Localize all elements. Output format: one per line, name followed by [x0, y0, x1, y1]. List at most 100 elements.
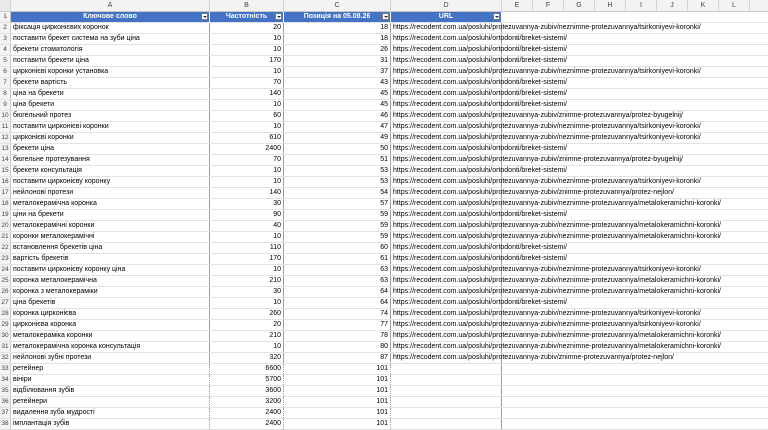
cell-position[interactable]: 18	[284, 34, 391, 44]
row-number[interactable]: 32	[0, 353, 11, 363]
cell-position[interactable]: 87	[284, 353, 391, 363]
cell-frequency[interactable]: 10	[210, 67, 284, 77]
cell-frequency[interactable]: 10	[210, 342, 284, 352]
row-number[interactable]: 29	[0, 320, 11, 330]
cell-keyword[interactable]: цирконієві коронки установка	[11, 67, 210, 77]
cell-keyword[interactable]: коронка з металокераміки	[11, 287, 210, 297]
cell-url[interactable]: https://recodent.com.ua/posluhi/protezuv…	[391, 342, 721, 352]
col-header-d[interactable]: D	[391, 0, 502, 11]
cell-keyword[interactable]: брекети стоматологія	[11, 45, 210, 55]
cell-url[interactable]: https://recodent.com.ua/posluhi/ortodont…	[391, 298, 567, 308]
cell-url[interactable]: https://recodent.com.ua/posluhi/protezuv…	[391, 155, 683, 165]
cell-frequency[interactable]: 5700	[210, 375, 284, 385]
cell-frequency[interactable]: 210	[210, 331, 284, 341]
cell-url[interactable]: https://recodent.com.ua/posluhi/protezuv…	[391, 188, 674, 198]
cell-frequency[interactable]: 610	[210, 133, 284, 143]
cell-url[interactable]: https://recodent.com.ua/posluhi/protezuv…	[391, 133, 701, 143]
cell-position[interactable]: 63	[284, 265, 391, 275]
cell-position[interactable]: 53	[284, 177, 391, 187]
cell-position[interactable]: 54	[284, 188, 391, 198]
row-number[interactable]: 1	[0, 12, 11, 22]
header-url[interactable]: URL	[391, 12, 502, 22]
cell-position[interactable]: 37	[284, 67, 391, 77]
cell-position[interactable]: 61	[284, 254, 391, 264]
cell-url[interactable]: https://recodent.com.ua/posluhi/ortodont…	[391, 166, 567, 176]
cell-frequency[interactable]: 30	[210, 287, 284, 297]
row-number[interactable]: 22	[0, 243, 11, 253]
cell-url[interactable]	[391, 364, 502, 374]
col-header-c[interactable]: C	[284, 0, 391, 11]
cell-position[interactable]: 46	[284, 111, 391, 121]
cell-position[interactable]: 26	[284, 45, 391, 55]
cell-keyword[interactable]: нейлонові зубні протези	[11, 353, 210, 363]
header-keyword[interactable]: Ключове слово	[11, 12, 210, 22]
row-number[interactable]: 11	[0, 122, 11, 132]
cell-frequency[interactable]: 10	[210, 122, 284, 132]
cell-frequency[interactable]: 3600	[210, 386, 284, 396]
cell-keyword[interactable]: металокерамічні коронки	[11, 221, 210, 231]
cell-frequency[interactable]: 140	[210, 89, 284, 99]
cell-position[interactable]: 45	[284, 100, 391, 110]
cell-url[interactable]: https://recodent.com.ua/posluhi/protezuv…	[391, 331, 721, 341]
row-number[interactable]: 23	[0, 254, 11, 264]
row-number[interactable]: 14	[0, 155, 11, 165]
cell-keyword[interactable]: брекети ціна	[11, 144, 210, 154]
cell-keyword[interactable]: відбілювання зубів	[11, 386, 210, 396]
row-number[interactable]: 4	[0, 45, 11, 55]
row-number[interactable]: 26	[0, 287, 11, 297]
cell-frequency[interactable]: 10	[210, 34, 284, 44]
cell-position[interactable]: 101	[284, 386, 391, 396]
row-number[interactable]: 27	[0, 298, 11, 308]
cell-url[interactable]: https://recodent.com.ua/posluhi/ortodont…	[391, 243, 567, 253]
cell-keyword[interactable]: імплантація зубів	[11, 419, 210, 429]
cell-position[interactable]: 59	[284, 232, 391, 242]
row-number[interactable]: 18	[0, 199, 11, 209]
cell-position[interactable]: 43	[284, 78, 391, 88]
row-number[interactable]: 9	[0, 100, 11, 110]
cell-keyword[interactable]: металокерамічна коронка	[11, 199, 210, 209]
cell-keyword[interactable]: брекети консультація	[11, 166, 210, 176]
cell-frequency[interactable]: 110	[210, 243, 284, 253]
cell-position[interactable]: 60	[284, 243, 391, 253]
cell-keyword[interactable]: цирконієва коронка	[11, 320, 210, 330]
cell-frequency[interactable]: 90	[210, 210, 284, 220]
cell-position[interactable]: 51	[284, 155, 391, 165]
cell-position[interactable]: 101	[284, 375, 391, 385]
cell-frequency[interactable]: 60	[210, 111, 284, 121]
cell-frequency[interactable]: 10	[210, 298, 284, 308]
cell-position[interactable]: 53	[284, 166, 391, 176]
cell-frequency[interactable]: 6600	[210, 364, 284, 374]
row-number[interactable]: 7	[0, 78, 11, 88]
cell-url[interactable]: https://recodent.com.ua/posluhi/ortodont…	[391, 144, 567, 154]
col-header-g[interactable]: G	[564, 0, 595, 11]
filter-dropdown-icon[interactable]	[275, 13, 282, 20]
cell-frequency[interactable]: 2400	[210, 408, 284, 418]
row-number[interactable]: 21	[0, 232, 11, 242]
cell-position[interactable]: 63	[284, 276, 391, 286]
cell-keyword[interactable]: ціна на брекети	[11, 89, 210, 99]
row-number[interactable]: 2	[0, 23, 11, 33]
col-header-l[interactable]: L	[719, 0, 750, 11]
cell-keyword[interactable]: ретейнер	[11, 364, 210, 374]
cell-keyword[interactable]: встановлення брекетів ціна	[11, 243, 210, 253]
cell-url[interactable]	[391, 375, 502, 385]
row-number[interactable]: 13	[0, 144, 11, 154]
cell-keyword[interactable]: поставити цирконієву коронку	[11, 177, 210, 187]
cell-url[interactable]: https://recodent.com.ua/posluhi/ortodont…	[391, 100, 567, 110]
cell-position[interactable]: 80	[284, 342, 391, 352]
cell-keyword[interactable]: металокераміка коронки	[11, 331, 210, 341]
row-number[interactable]: 28	[0, 309, 11, 319]
cell-url[interactable]: https://recodent.com.ua/posluhi/protezuv…	[391, 309, 701, 319]
cell-position[interactable]: 59	[284, 221, 391, 231]
cell-url[interactable]: https://recodent.com.ua/posluhi/protezuv…	[391, 353, 674, 363]
col-header-f[interactable]: F	[533, 0, 564, 11]
row-number[interactable]: 8	[0, 89, 11, 99]
cell-url[interactable]: https://recodent.com.ua/posluhi/protezuv…	[391, 199, 721, 209]
col-header-e[interactable]: E	[502, 0, 533, 11]
cell-keyword[interactable]: ціна брекети	[11, 100, 210, 110]
row-number[interactable]: 34	[0, 375, 11, 385]
row-number[interactable]: 35	[0, 386, 11, 396]
col-header-i[interactable]: I	[626, 0, 657, 11]
cell-url[interactable]: https://recodent.com.ua/posluhi/protezuv…	[391, 177, 701, 187]
cell-keyword[interactable]: поставити брекети ціна	[11, 56, 210, 66]
